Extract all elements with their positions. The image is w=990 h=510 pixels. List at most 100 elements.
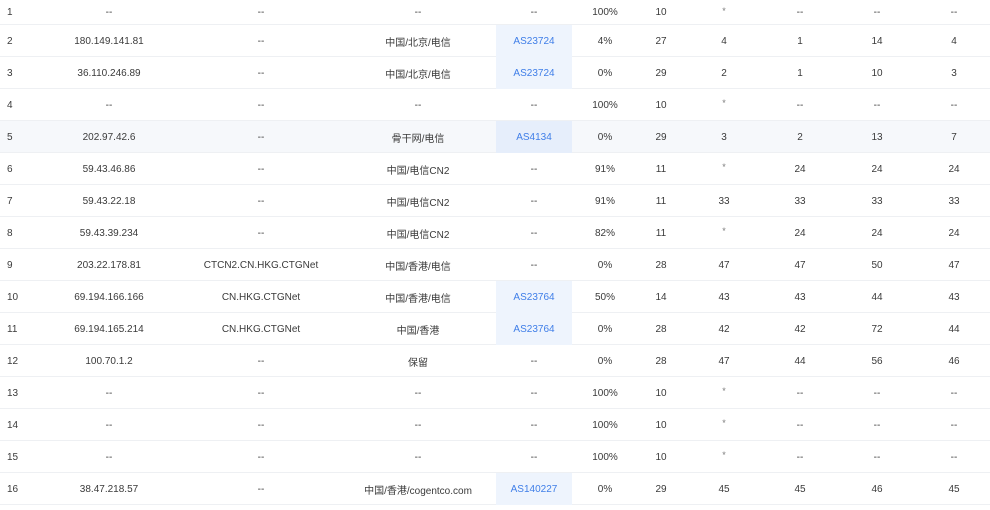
packet-loss: 91% — [594, 163, 615, 175]
hop-number-cell: 8 — [0, 217, 36, 249]
hostname: -- — [257, 163, 265, 175]
as-number: -- — [530, 387, 538, 399]
packets-sent: 14 — [655, 291, 667, 303]
latency-avg-cell: 33 — [918, 185, 990, 217]
packet-loss: 100% — [592, 451, 618, 463]
hostname: -- — [257, 451, 265, 463]
hostname-cell: -- — [182, 409, 340, 441]
table-row: 3 36.110.246.89 -- 中国/北京/电信 AS23724 0% 29 2 1 10 3 — [0, 57, 990, 89]
location-cell: -- — [340, 441, 496, 473]
latency-avg-cell: 24 — [918, 217, 990, 249]
latency-worst-cell: 72 — [836, 313, 918, 345]
latency-avg: -- — [950, 387, 958, 399]
latency-best: -- — [796, 99, 804, 111]
packets-sent: 27 — [655, 35, 667, 47]
latency-best-cell: -- — [764, 89, 836, 121]
as-number-cell[interactable]: AS4134 — [496, 121, 572, 153]
latency-worst: -- — [873, 7, 881, 18]
as-link[interactable]: AS140227 — [511, 484, 558, 495]
location-cell: 中国/香港 — [340, 313, 496, 345]
as-link[interactable]: AS23724 — [513, 68, 554, 79]
as-number: -- — [530, 163, 538, 175]
latency-best: 47 — [794, 259, 806, 271]
ip-address-cell: -- — [36, 89, 182, 121]
latency-worst-cell: -- — [836, 441, 918, 473]
latency-avg-cell: -- — [918, 441, 990, 473]
latency-last-cell: 33 — [684, 185, 764, 217]
as-number: -- — [530, 99, 538, 111]
as-link[interactable]: AS23724 — [513, 36, 554, 47]
latency-worst-cell: 50 — [836, 249, 918, 281]
hostname-cell: -- — [182, 25, 340, 57]
as-number-cell[interactable]: AS23764 — [496, 313, 572, 345]
latency-avg: 24 — [948, 227, 960, 239]
ip-address: 59.43.22.18 — [82, 195, 136, 207]
hostname-cell: -- — [182, 441, 340, 473]
hostname-cell: -- — [182, 153, 340, 185]
hostname: -- — [257, 7, 265, 18]
hop-number-cell: 1 — [0, 0, 36, 25]
latency-best: -- — [796, 7, 804, 18]
packet-loss-cell: 100% — [572, 377, 638, 409]
hop-number-cell: 4 — [0, 89, 36, 121]
latency-last-cell: * — [684, 409, 764, 441]
as-link[interactable]: AS23764 — [513, 324, 554, 335]
hop-number-cell: 2 — [0, 25, 36, 57]
packet-loss: 100% — [592, 99, 618, 111]
latency-avg: -- — [950, 7, 958, 18]
latency-last-cell: 4 — [684, 25, 764, 57]
packet-loss-cell: 82% — [572, 217, 638, 249]
latency-last: 43 — [718, 291, 730, 303]
latency-best: 2 — [797, 131, 803, 143]
hostname: CTCN2.CN.HKG.CTGNet — [203, 259, 319, 271]
ip-address: 100.70.1.2 — [85, 355, 133, 367]
latency-last-cell: * — [684, 0, 764, 25]
hop-number-cell: 16 — [0, 473, 36, 505]
latency-best: 33 — [794, 195, 806, 207]
latency-best-cell: 1 — [764, 57, 836, 89]
packet-loss: 50% — [594, 291, 615, 303]
table-row: 11 69.194.165.214 CN.HKG.CTGNet 中国/香港 AS2376… — [0, 313, 990, 345]
as-number-cell[interactable]: AS23764 — [496, 281, 572, 313]
latency-worst: -- — [873, 99, 881, 111]
latency-worst: -- — [873, 387, 881, 399]
hop-number: 16 — [7, 483, 19, 495]
hostname-cell: -- — [182, 89, 340, 121]
packet-loss-cell: 0% — [572, 473, 638, 505]
latency-worst-cell: 24 — [836, 153, 918, 185]
packet-loss: 100% — [592, 7, 618, 18]
hop-number-cell: 9 — [0, 249, 36, 281]
as-number: -- — [530, 259, 538, 271]
as-number-cell[interactable]: AS23724 — [496, 57, 572, 89]
table-row: 10 69.194.166.166 CN.HKG.CTGNet 中国/香港/电信 AS2… — [0, 281, 990, 313]
as-link[interactable]: AS4134 — [516, 132, 552, 143]
packet-loss-cell: 0% — [572, 249, 638, 281]
latency-avg: 44 — [948, 323, 960, 335]
ip-address: 36.110.246.89 — [77, 67, 141, 79]
table-row: 2 180.149.141.81 -- 中国/北京/电信 AS23724 4% 27 4 1 14… — [0, 25, 990, 57]
hop-number-cell: 6 — [0, 153, 36, 185]
latency-last: * — [722, 418, 726, 428]
as-number-cell[interactable]: AS23724 — [496, 25, 572, 57]
latency-last-cell: 45 — [684, 473, 764, 505]
latency-best-cell: 24 — [764, 153, 836, 185]
latency-avg: 47 — [948, 259, 960, 271]
location-cell: 中国/香港/电信 — [340, 281, 496, 313]
as-number-cell: -- — [496, 185, 572, 217]
latency-avg: 46 — [948, 355, 960, 367]
packet-loss-cell: 91% — [572, 185, 638, 217]
hop-number: 13 — [7, 387, 19, 399]
latency-last-cell: 47 — [684, 345, 764, 377]
as-number-cell[interactable]: AS140227 — [496, 473, 572, 505]
latency-last: 42 — [718, 323, 730, 335]
hop-number: 12 — [7, 355, 19, 367]
location: 中国/电信CN2 — [386, 229, 450, 241]
hostname: -- — [257, 387, 265, 399]
latency-worst: -- — [873, 419, 881, 431]
location-cell: 骨干网/电信 — [340, 121, 496, 153]
latency-worst-cell: 44 — [836, 281, 918, 313]
latency-last: 2 — [721, 67, 727, 79]
location: -- — [414, 451, 422, 463]
as-link[interactable]: AS23764 — [513, 292, 554, 303]
as-number-cell: -- — [496, 217, 572, 249]
